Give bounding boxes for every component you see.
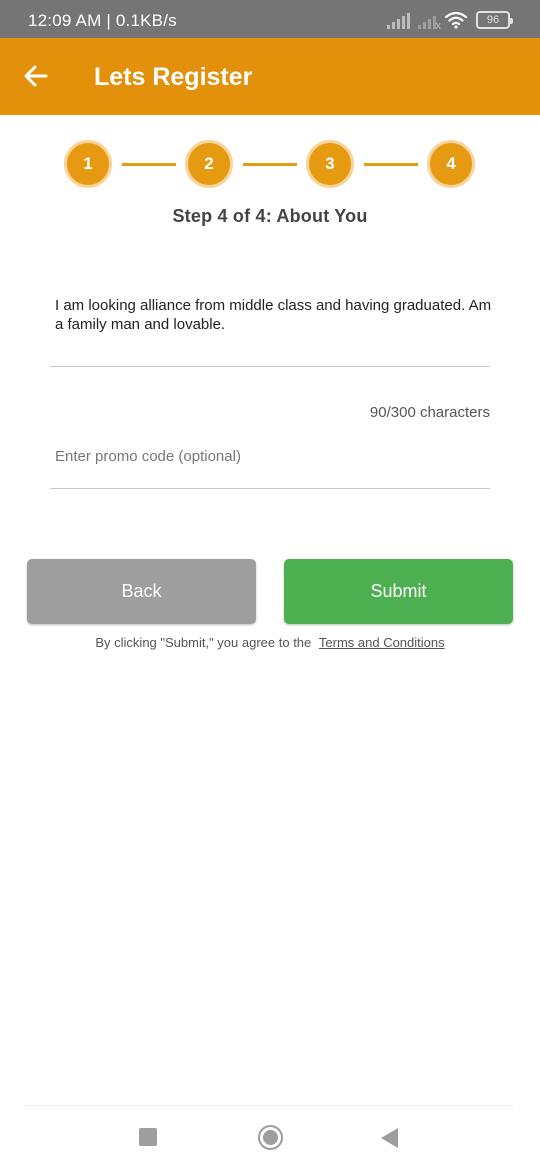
step-connector — [243, 163, 297, 166]
battery-icon: 96 — [476, 11, 513, 29]
step-connector — [364, 163, 418, 166]
back-button[interactable]: Back — [27, 559, 256, 624]
nav-divider — [24, 1105, 514, 1106]
back-button-label: Back — [121, 581, 162, 601]
arrow-left-icon[interactable] — [20, 60, 52, 92]
status-time: 12:09 AM | 0.1KB/s — [28, 11, 177, 30]
page-title: Lets Register — [94, 63, 253, 91]
terms-prefix: By clicking "Submit," you agree to the — [95, 635, 312, 650]
about-you-underline — [50, 366, 490, 367]
step-3: 3 — [306, 140, 354, 188]
character-counter: 90/300 characters — [369, 404, 490, 421]
status-bar: 12:09 AM | 0.1KB/s x 96 — [0, 0, 540, 38]
step-2: 2 — [185, 140, 233, 188]
signal-x-icon: x — [418, 11, 441, 32]
back-triangle-icon[interactable] — [381, 1128, 398, 1148]
home-circle-icon[interactable] — [258, 1125, 283, 1150]
app-bar: Lets Register — [0, 38, 540, 115]
terms-notice: By clicking "Submit," you agree to the T… — [0, 635, 540, 650]
wifi-icon — [444, 11, 468, 29]
battery-level: 96 — [486, 13, 500, 26]
step-connector — [122, 163, 176, 166]
step-caption: Step 4 of 4: About You — [172, 206, 368, 226]
signal-icon — [387, 11, 410, 29]
terms-link[interactable]: Terms and Conditions — [319, 635, 445, 650]
about-you-input[interactable]: I am looking alliance from middle class … — [55, 296, 495, 334]
status-icons: x 96 — [387, 10, 513, 32]
promo-code-underline — [50, 488, 490, 489]
step-1: 1 — [64, 140, 112, 188]
recents-square-icon[interactable] — [139, 1128, 157, 1146]
submit-button-label: Submit — [370, 581, 427, 601]
promo-code-input[interactable]: Enter promo code (optional) — [55, 448, 241, 465]
submit-button[interactable]: Submit — [284, 559, 513, 624]
progress-stepper: 1 2 3 4 — [0, 140, 540, 190]
step-4: 4 — [427, 140, 475, 188]
